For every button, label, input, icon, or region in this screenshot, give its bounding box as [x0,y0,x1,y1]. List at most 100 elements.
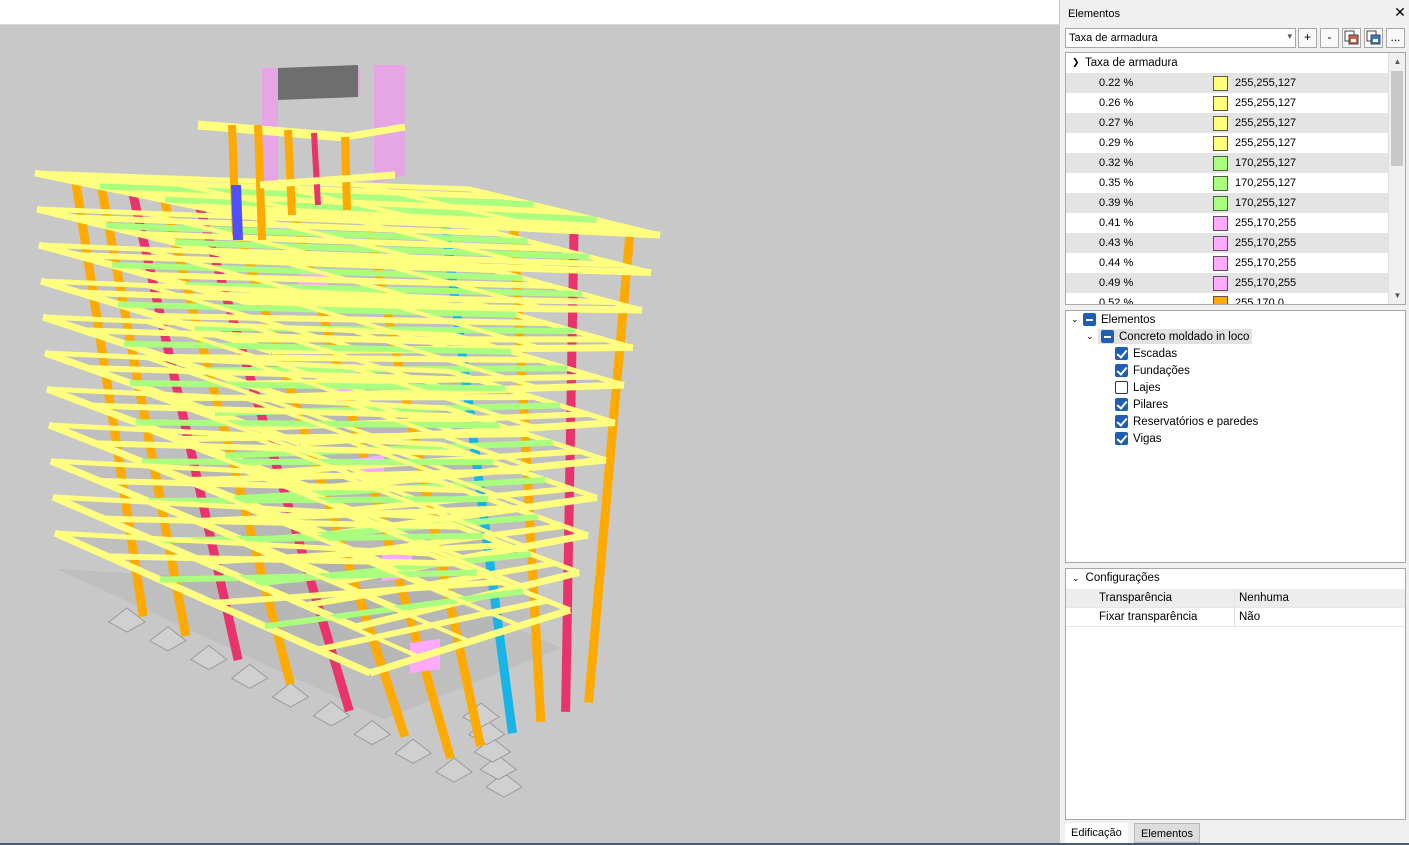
tree-item-label: Pilares [1133,398,1169,411]
tree-item-checkbox[interactable] [1115,415,1128,428]
legend-row[interactable]: 0.27 % 255,255,127 [1066,113,1388,133]
color-swatch[interactable] [1213,236,1228,251]
config-key: Fixar transparência [1099,611,1198,623]
tree-item-label: Reservatórios e paredes [1133,415,1259,428]
elements-panel: Elementos ✕ Taxa de armadura ▾ + - ... ❯… [1059,0,1409,845]
tree-root[interactable]: ⌄ Elementos [1071,311,1155,328]
legend-row[interactable]: 0.44 % 255,170,255 [1066,253,1388,273]
roof-column [231,184,243,241]
legend-row[interactable]: 0.22 % 255,255,127 [1066,73,1388,93]
legend-percent: 0.49 % [1099,277,1134,289]
tree-group[interactable]: ⌄ Concreto moldado in loco [1086,328,1253,345]
scroll-down-icon[interactable]: ▼ [1389,287,1405,304]
tree-item-label: Lajes [1133,381,1161,394]
tab-elementos[interactable]: Elementos [1134,823,1200,843]
tree-item[interactable]: Escadas [1115,345,1177,362]
tree-group-checkbox[interactable] [1101,330,1114,343]
legend-percent: 0.52 % [1099,297,1134,305]
add-button[interactable]: + [1298,28,1317,48]
3d-viewport[interactable] [0,25,1059,843]
tree-item[interactable]: Pilares [1115,396,1168,413]
legend-rgb: 255,255,127 [1235,137,1297,149]
legend-percent: 0.32 % [1099,157,1134,169]
config-row-transparencia[interactable]: Transparência Nenhuma [1066,589,1405,608]
config-divider [1234,589,1235,608]
config-header[interactable]: ⌄ Configurações [1072,572,1160,584]
config-row-fixar[interactable]: Fixar transparência Não [1066,608,1405,627]
color-swatch[interactable] [1213,96,1228,111]
panel-tabs: Edificação Elementos [1060,822,1409,843]
roof-wall [374,65,405,183]
mode-select[interactable]: Taxa de armadura ▾ [1065,28,1296,48]
legend-row[interactable]: 0.35 % 170,255,127 [1066,173,1388,193]
scrollbar-thumb[interactable] [1391,71,1403,166]
tree-item[interactable]: Vigas [1115,430,1162,447]
chevron-down-icon[interactable]: ❯ [1072,57,1080,68]
legend-row[interactable]: 0.39 % 170,255,127 [1066,193,1388,213]
elements-tree: ⌄ Elementos ⌄ Concreto moldado in loco E… [1065,310,1406,563]
color-swatch[interactable] [1213,256,1228,271]
chevron-down-icon[interactable]: ⌄ [1086,331,1098,342]
tree-group-selection[interactable]: Concreto moldado in loco [1098,329,1253,344]
legend-row[interactable]: 0.43 % 255,170,255 [1066,233,1388,253]
color-swatch[interactable] [1213,76,1228,91]
legend-row[interactable]: 0.41 % 255,170,255 [1066,213,1388,233]
remove-button[interactable]: - [1320,28,1339,48]
close-icon[interactable]: ✕ [1393,4,1407,20]
legend-title: Taxa de armadura [1085,57,1178,69]
scroll-up-icon[interactable]: ▲ [1389,53,1405,70]
foundation-block [353,719,392,746]
legend-row[interactable]: 0.32 % 170,255,127 [1066,153,1388,173]
tree-item[interactable]: Reservatórios e paredes [1115,413,1258,430]
legend-percent: 0.41 % [1099,217,1134,229]
roof-column [341,136,351,211]
export-glyph [1344,30,1359,45]
legend-scrollbar[interactable]: ▲ ▼ [1388,53,1405,304]
foundation-block [271,682,310,708]
legend-header[interactable]: ❯ Taxa de armadura [1066,53,1388,73]
legend-row[interactable]: 0.52 % 255,170,0 [1066,293,1388,305]
color-swatch[interactable] [1213,196,1228,211]
tree-root-checkbox[interactable] [1083,313,1096,326]
color-swatch[interactable] [1213,276,1228,291]
color-swatch[interactable] [1213,216,1228,231]
legend-row[interactable]: 0.49 % 255,170,255 [1066,273,1388,293]
tree-item-checkbox[interactable] [1115,432,1128,445]
viewport-header [0,0,1059,25]
tree-item[interactable]: Fundações [1115,362,1190,379]
tree-item[interactable]: Lajes [1115,379,1161,396]
color-swatch[interactable] [1213,296,1228,304]
color-swatch[interactable] [1213,116,1228,131]
color-swatch[interactable] [1213,156,1228,171]
config-value[interactable]: Nenhuma [1239,592,1289,604]
color-swatch[interactable] [1213,176,1228,191]
legend-percent: 0.44 % [1099,257,1134,269]
color-swatch[interactable] [1213,136,1228,151]
tree-item-checkbox[interactable] [1115,347,1128,360]
panel-title: Elementos [1068,8,1120,20]
legend-rgb: 255,170,255 [1235,277,1297,289]
legend-rows: 0.22 % 255,255,127 0.26 % 255,255,127 0.27 %… [1066,73,1388,305]
legend-row[interactable]: 0.26 % 255,255,127 [1066,93,1388,113]
mode-select-value: Taxa de armadura [1069,32,1158,44]
legend-rgb: 255,170,0 [1235,297,1284,305]
legend-row[interactable]: 0.29 % 255,255,127 [1066,133,1388,153]
chevron-down-icon[interactable]: ⌄ [1072,573,1080,583]
export-icon[interactable] [1342,28,1361,48]
tab-edificacao[interactable]: Edificação [1065,823,1128,843]
config-title: Configurações [1085,572,1160,584]
legend-percent: 0.43 % [1099,237,1134,249]
chevron-down-icon[interactable]: ⌄ [1071,314,1083,325]
tree-item-checkbox[interactable] [1115,381,1128,394]
legend-percent: 0.29 % [1099,137,1134,149]
tree-group-label: Concreto moldado in loco [1119,330,1250,343]
config-value[interactable]: Não [1239,611,1260,623]
building-3d-model[interactable] [0,25,1059,843]
legend-rgb: 170,255,127 [1235,177,1297,189]
config-divider [1234,608,1235,627]
legend-rgb: 255,170,255 [1235,217,1297,229]
import-icon[interactable] [1364,28,1383,48]
tree-item-checkbox[interactable] [1115,364,1128,377]
more-button[interactable]: ... [1386,28,1405,48]
tree-item-checkbox[interactable] [1115,398,1128,411]
